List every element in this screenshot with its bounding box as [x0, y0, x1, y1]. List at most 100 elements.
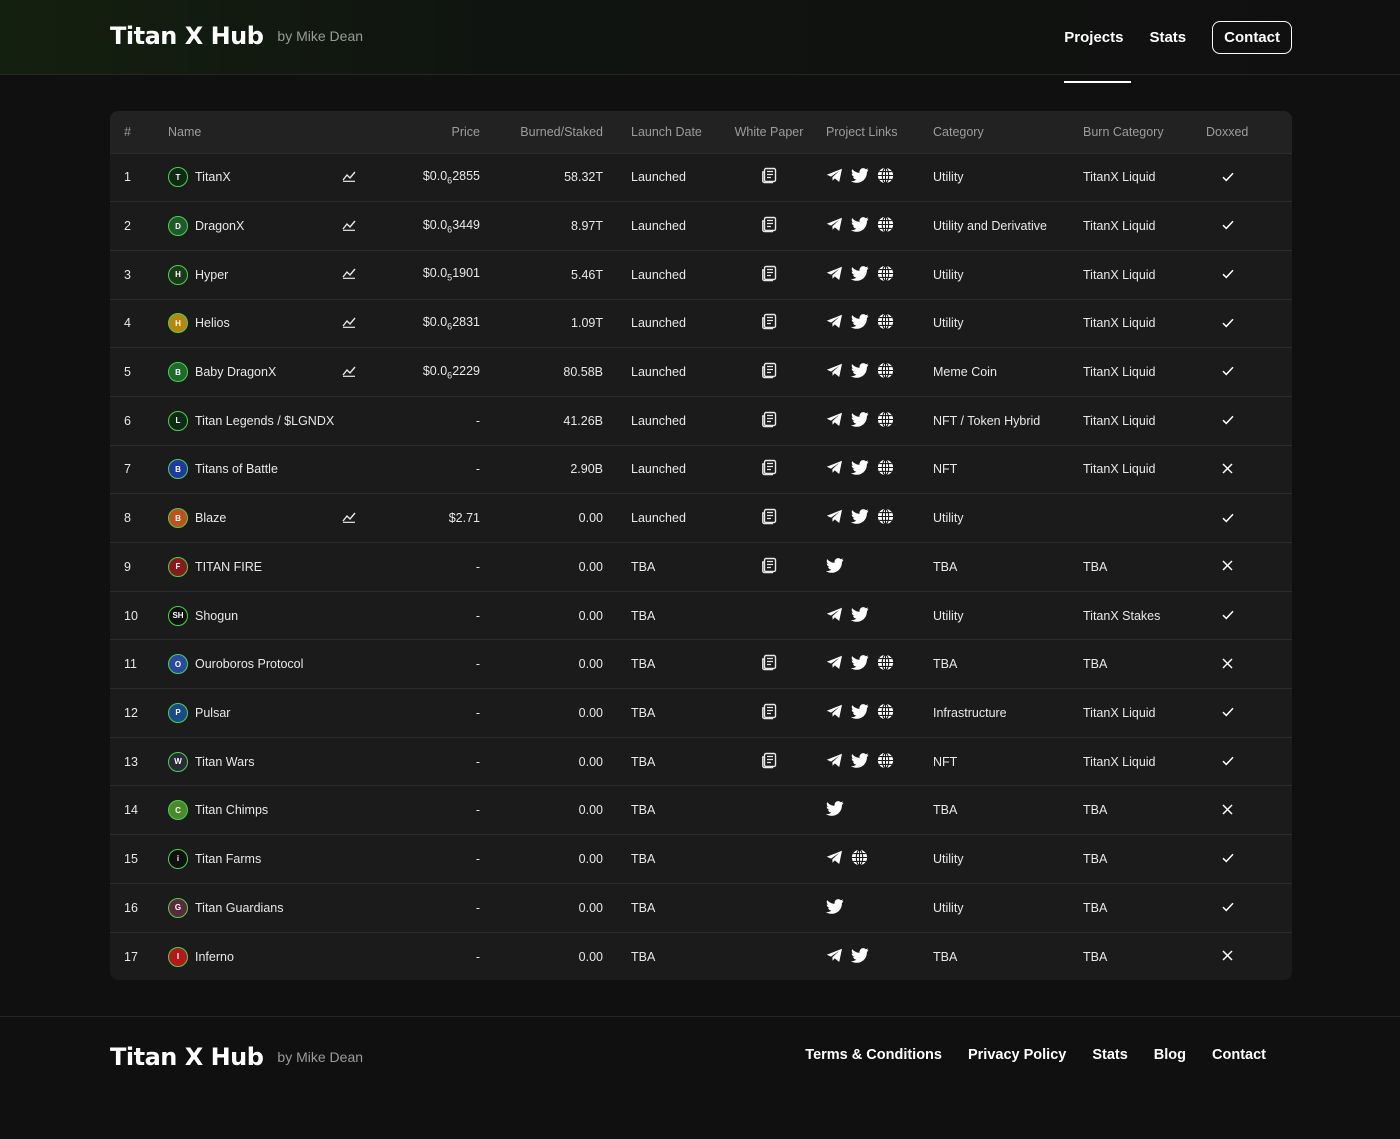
twitter-icon[interactable] [850, 655, 869, 673]
twitter-icon[interactable] [850, 752, 869, 771]
project-name[interactable]: TITAN FIRE [195, 560, 360, 574]
table-row[interactable]: 15 i Titan Farms - 0.00 TBA Utility TBA [110, 834, 1292, 884]
table-row[interactable]: 16 G Titan Guardians - 0.00 TBA Utility … [110, 883, 1292, 932]
header-price[interactable]: Price [360, 111, 490, 153]
project-name[interactable]: Titans of Battle [195, 462, 360, 476]
twitter-icon[interactable] [850, 314, 869, 332]
table-row[interactable]: 7 B Titans of Battle - 2.90B Launched NF… [110, 445, 1292, 494]
table-row[interactable]: 3 H Hyper $0.051901 5.46T Launched Utili… [110, 250, 1292, 299]
twitter-icon[interactable] [850, 947, 869, 966]
globe-icon[interactable] [877, 654, 894, 674]
project-name[interactable]: Blaze [195, 511, 342, 525]
twitter-icon[interactable] [850, 509, 869, 527]
globe-icon[interactable] [851, 849, 868, 869]
globe-icon[interactable] [877, 313, 894, 333]
project-name[interactable]: Titan Wars [195, 755, 360, 769]
footer-link-blog[interactable]: Blog [1154, 1047, 1186, 1063]
table-row[interactable]: 5 B Baby DragonX $0.062229 80.58B Launch… [110, 347, 1292, 397]
table-row[interactable]: 8 B Blaze $2.71 0.00 Launched Utility [110, 493, 1292, 543]
header-launch-date[interactable]: Launch Date [613, 111, 723, 153]
project-name[interactable]: TitanX [195, 170, 342, 184]
twitter-icon[interactable] [850, 460, 869, 478]
white-paper-icon[interactable] [761, 703, 778, 723]
telegram-icon[interactable] [826, 363, 843, 381]
white-paper-icon[interactable] [761, 216, 778, 236]
white-paper-icon[interactable] [761, 167, 778, 187]
white-paper-icon[interactable] [761, 362, 778, 382]
price-chart-icon[interactable] [342, 170, 356, 185]
globe-icon[interactable] [877, 459, 894, 479]
globe-icon[interactable] [877, 751, 894, 772]
white-paper-icon[interactable] [761, 459, 778, 479]
project-name[interactable]: Baby DragonX [195, 365, 342, 379]
table-row[interactable]: 4 H Helios $0.062831 1.09T Launched Util… [110, 299, 1292, 348]
table-row[interactable]: 11 O Ouroboros Protocol - 0.00 TBA TBA T… [110, 639, 1292, 689]
project-name[interactable]: DragonX [195, 219, 342, 233]
price-chart-icon[interactable] [342, 219, 356, 234]
twitter-icon[interactable] [850, 265, 869, 284]
telegram-icon[interactable] [826, 948, 843, 966]
price-chart-icon[interactable] [342, 316, 356, 331]
white-paper-icon[interactable] [761, 265, 778, 285]
project-name[interactable]: Shogun [195, 609, 360, 623]
project-name[interactable]: Titan Legends / $LGNDX [195, 414, 360, 428]
globe-icon[interactable] [877, 216, 894, 236]
nav-contact-button[interactable]: Contact [1212, 21, 1292, 54]
twitter-icon[interactable] [850, 363, 869, 381]
table-row[interactable]: 6 L Titan Legends / $LGNDX - 41.26B Laun… [110, 396, 1292, 445]
table-row[interactable]: 10 SH Shogun - 0.00 TBA Utility TitanX S… [110, 591, 1292, 640]
table-row[interactable]: 9 F TITAN FIRE - 0.00 TBA TBA TBA [110, 542, 1292, 592]
project-name[interactable]: Titan Farms [195, 852, 360, 866]
globe-icon[interactable] [877, 508, 894, 528]
project-name[interactable]: Titan Chimps [195, 803, 360, 817]
telegram-icon[interactable] [826, 314, 843, 332]
twitter-icon[interactable] [850, 217, 869, 235]
table-row[interactable]: 12 P Pulsar - 0.00 TBA Infrastructure Ti… [110, 688, 1292, 738]
globe-icon[interactable] [877, 703, 894, 723]
white-paper-icon[interactable] [761, 508, 778, 528]
table-row[interactable]: 17 I Inferno - 0.00 TBA TBA TBA [110, 932, 1292, 980]
telegram-icon[interactable] [826, 266, 843, 284]
header-doxxed[interactable]: Doxxed [1185, 111, 1292, 153]
nav-projects[interactable]: Projects [1064, 29, 1132, 83]
telegram-icon[interactable] [826, 753, 843, 771]
project-name[interactable]: Ouroboros Protocol [195, 657, 360, 671]
twitter-icon[interactable] [850, 411, 869, 430]
telegram-icon[interactable] [826, 704, 843, 722]
telegram-icon[interactable] [826, 217, 843, 235]
header-category[interactable]: Category [923, 111, 1073, 153]
globe-icon[interactable] [877, 411, 894, 431]
price-chart-icon[interactable] [342, 365, 356, 380]
telegram-icon[interactable] [826, 460, 843, 478]
white-paper-icon[interactable] [761, 654, 778, 674]
white-paper-icon[interactable] [761, 752, 778, 772]
project-name[interactable]: Hyper [195, 268, 342, 282]
header-logo[interactable]: Titan X Hub by Mike Dean [110, 22, 363, 50]
twitter-icon[interactable] [850, 704, 869, 722]
price-chart-icon[interactable] [342, 267, 356, 282]
footer-link-contact[interactable]: Contact [1212, 1047, 1266, 1063]
twitter-icon[interactable] [825, 898, 844, 917]
twitter-icon[interactable] [850, 606, 869, 625]
table-row[interactable]: 2 D DragonX $0.063449 8.97T Launched Uti… [110, 201, 1292, 251]
project-name[interactable]: Helios [195, 316, 342, 330]
telegram-icon[interactable] [826, 412, 843, 430]
header-burn-category[interactable]: Burn Category [1073, 111, 1185, 153]
project-name[interactable]: Inferno [195, 950, 360, 964]
telegram-icon[interactable] [826, 607, 843, 625]
telegram-icon[interactable] [826, 850, 843, 868]
white-paper-icon[interactable] [761, 557, 778, 577]
telegram-icon[interactable] [826, 509, 843, 527]
table-row[interactable]: 14 C Titan Chimps - 0.00 TBA TBA TBA [110, 785, 1292, 835]
table-row[interactable]: 13 W Titan Wars - 0.00 TBA NFT TitanX Li… [110, 737, 1292, 786]
project-name[interactable]: Titan Guardians [195, 901, 360, 915]
telegram-icon[interactable] [826, 655, 843, 673]
nav-stats[interactable]: Stats [1149, 29, 1186, 46]
twitter-icon[interactable] [825, 801, 844, 819]
table-row[interactable]: 1 T TitanX $0.062855 58.32T Launched Uti… [110, 153, 1292, 202]
project-name[interactable]: Pulsar [195, 706, 360, 720]
footer-link-terms[interactable]: Terms & Conditions [805, 1047, 942, 1063]
globe-icon[interactable] [877, 167, 894, 187]
telegram-icon[interactable] [826, 168, 843, 186]
globe-icon[interactable] [877, 265, 894, 285]
